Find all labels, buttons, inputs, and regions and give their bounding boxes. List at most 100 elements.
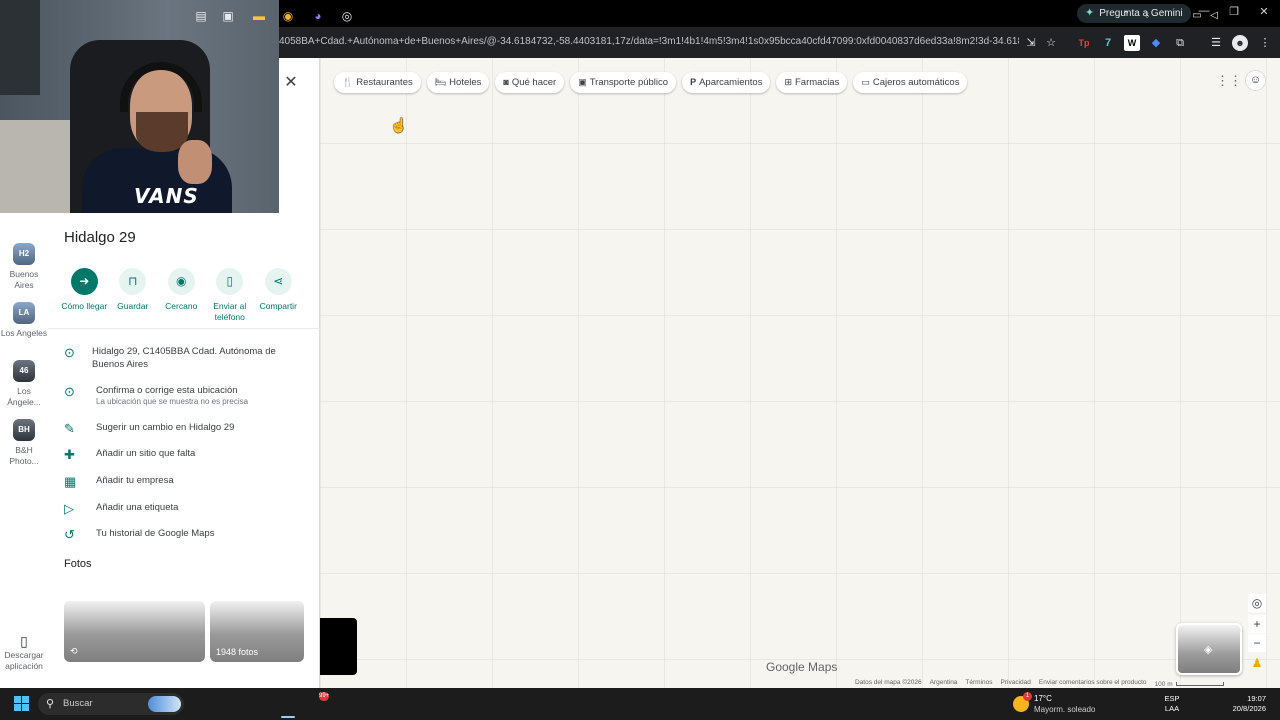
send-to-phone-button[interactable]: ▯ Enviar al teléfono bbox=[206, 268, 255, 322]
account-avatar[interactable]: ☺ bbox=[1245, 70, 1266, 91]
install-app-icon[interactable]: ⇲ bbox=[1023, 35, 1039, 51]
chip-pharmacies[interactable]: ⊞ Farmacias bbox=[776, 72, 848, 93]
app-store-icon[interactable]: ▣ bbox=[220, 8, 236, 24]
extensions-puzzle-icon[interactable]: ⧉ bbox=[1172, 35, 1188, 51]
chip-label: Hoteles bbox=[449, 77, 482, 88]
extension-w-icon[interactable]: W bbox=[1124, 35, 1140, 51]
chip-restaurants[interactable]: 🍴 Restaurantes bbox=[334, 72, 421, 93]
extension-tp-icon[interactable]: Tp bbox=[1076, 35, 1092, 51]
address-row[interactable]: ⊙ Hidalgo 29, C1405BBA Cdad. Autónoma de… bbox=[64, 345, 304, 371]
google-apps-icon[interactable]: ⋮⋮⋮ bbox=[1216, 73, 1255, 89]
map-canvas[interactable] bbox=[320, 58, 1280, 688]
browser-menu-icon[interactable]: ⋮ bbox=[1257, 35, 1273, 51]
nearby-button[interactable]: ◉ Cercano bbox=[157, 268, 206, 322]
chip-label: Qué hacer bbox=[511, 77, 557, 88]
recent-los-angeles[interactable]: LA Los Angeles bbox=[0, 302, 48, 339]
chip-public-transport[interactable]: ▣ Transporte público bbox=[570, 72, 677, 93]
confirm-title: Confirma o corrige esta ubicación bbox=[96, 385, 238, 396]
nearby-icon: ◉ bbox=[167, 268, 195, 295]
action-label: Guardar bbox=[117, 301, 149, 311]
history-icon: ↺ bbox=[64, 527, 75, 542]
file-explorer-icon[interactable]: ▬ bbox=[250, 8, 268, 24]
add-business-row[interactable]: ▦ Añadir tu empresa bbox=[64, 474, 304, 490]
chip-parking[interactable]: P Aparcamientos bbox=[682, 72, 771, 93]
bookmark-icon: ⊓ bbox=[119, 268, 147, 295]
add-missing-place-row[interactable]: ✚ Añadir un sitio que falta bbox=[64, 447, 304, 463]
my-location-icon[interactable]: ◎ bbox=[1248, 594, 1266, 612]
layers-icon: ◈ bbox=[1204, 644, 1213, 656]
volume-icon[interactable]: ◁ bbox=[1207, 8, 1221, 24]
taskbar-search[interactable]: ⚲ Buscar bbox=[38, 693, 184, 715]
clock[interactable]: 19:07 20/8/2026 bbox=[1226, 694, 1266, 714]
obs-icon[interactable]: ◎ bbox=[338, 8, 356, 24]
save-button[interactable]: ⊓ Guardar bbox=[109, 268, 158, 322]
scale-bar-line bbox=[1175, 682, 1224, 686]
recent-buenos-aires[interactable]: H2 Buenos Aires bbox=[0, 243, 48, 290]
street-view-photo[interactable]: ⟲ bbox=[64, 601, 205, 662]
photos-count: 1948 fotos bbox=[216, 647, 259, 657]
restore-icon[interactable]: ❐ bbox=[1224, 5, 1244, 18]
confirm-subtitle: La ubicación que se muestra no es precis… bbox=[96, 397, 249, 406]
suggest-edit-row[interactable]: ✎ Sugerir un cambio en Hidalgo 29 bbox=[64, 421, 304, 437]
reading-list-icon[interactable]: ☰ bbox=[1208, 35, 1224, 51]
chrome-icon[interactable]: ◉ bbox=[279, 8, 297, 24]
weather-badge: 1 bbox=[1023, 692, 1032, 701]
all-photos-tile[interactable]: 1948 fotos bbox=[210, 601, 304, 662]
chip-things-to-do[interactable]: ◙ Qué hacer bbox=[495, 72, 565, 93]
ask-gemini-button[interactable]: ✦ Pregunta a Gemini bbox=[1077, 4, 1191, 23]
close-window-icon[interactable]: ✕ bbox=[1254, 5, 1274, 18]
discord-icon[interactable]: ◕ bbox=[309, 8, 327, 24]
google-maps-logo: Google Maps bbox=[766, 660, 838, 674]
task-view-icon[interactable]: ▤ bbox=[193, 8, 209, 24]
tray-chevron-icon[interactable]: ⌃ bbox=[1119, 8, 1133, 24]
chip-label: Aparcamientos bbox=[699, 77, 763, 88]
recent-label: Buenos Aires bbox=[9, 269, 39, 290]
collapse-panel-box[interactable] bbox=[320, 618, 357, 675]
pegman-icon[interactable]: ♟ bbox=[1249, 656, 1265, 674]
add-location-icon: ✚ bbox=[64, 447, 75, 462]
zoom-out-button[interactable]: − bbox=[1248, 634, 1266, 652]
chip-label: Cajeros automáticos bbox=[872, 77, 960, 88]
action-label: Enviar al teléfono bbox=[213, 301, 247, 322]
language-indicator[interactable]: ESP LAA bbox=[1160, 694, 1184, 714]
close-panel-icon[interactable]: ✕ bbox=[280, 72, 302, 94]
maps-history-row[interactable]: ↺ Tu historial de Google Maps bbox=[64, 527, 304, 543]
network-icon[interactable]: ▭ bbox=[1190, 8, 1204, 24]
chip-atms[interactable]: ▭ Cajeros automáticos bbox=[853, 72, 968, 93]
phone-icon: ▯ bbox=[216, 268, 244, 295]
add-missing-text: Añadir un sitio que falta bbox=[96, 448, 196, 459]
extension-shield-icon[interactable]: ◆ bbox=[1148, 35, 1164, 51]
directions-button[interactable]: ➜ Cómo llegar bbox=[60, 268, 109, 322]
gemini-sparkle-icon: ✦ bbox=[1085, 7, 1095, 19]
layers-button[interactable]: ◈ bbox=[1176, 623, 1242, 675]
recent-bh-photo[interactable]: BH B&H Photo... bbox=[0, 419, 48, 466]
confirm-location-row[interactable]: ⊙ Confirma o corrige esta ubicación La u… bbox=[64, 384, 304, 407]
chip-hotels[interactable]: 🛏 Hoteles bbox=[426, 72, 490, 93]
bookmark-star-icon[interactable]: ☆ bbox=[1043, 35, 1059, 51]
language-top: ESP bbox=[1164, 694, 1180, 703]
search-icon: ⚲ bbox=[46, 698, 55, 710]
recent-thumbnail: BH bbox=[13, 419, 35, 441]
atm-icon: ▭ bbox=[861, 77, 870, 87]
street-view-icon: ⟲ bbox=[70, 646, 78, 656]
weather-temperature: 17°C bbox=[1034, 694, 1052, 703]
recent-label: Los Ángele... bbox=[7, 386, 41, 407]
recent-label: B&H Photo... bbox=[9, 445, 39, 466]
recent-los-angeles-2[interactable]: 46 Los Ángele... bbox=[0, 360, 48, 407]
category-chips: 🍴 Restaurantes 🛏 Hoteles ◙ Qué hacer ▣ Trans… bbox=[334, 72, 968, 93]
zoom-in-button[interactable]: + bbox=[1248, 615, 1266, 633]
microphone-icon[interactable]: ♁ bbox=[1140, 8, 1154, 24]
panel-divider bbox=[48, 328, 320, 329]
download-app-button[interactable]: ▯ Descargar aplicación bbox=[0, 633, 48, 671]
windows-start-icon[interactable] bbox=[14, 696, 29, 711]
suggest-edit-text: Sugerir un cambio en Hidalgo 29 bbox=[96, 422, 235, 433]
bus-icon: ▣ bbox=[578, 77, 587, 87]
search-highlight-image bbox=[148, 696, 181, 712]
profile-avatar-icon[interactable]: ☻ bbox=[1232, 35, 1248, 51]
extension-7-icon[interactable]: 7 bbox=[1100, 35, 1116, 51]
add-label-row[interactable]: ▷ Añadir una etiqueta bbox=[64, 501, 304, 517]
language-bottom: LAA bbox=[1164, 704, 1180, 713]
share-button[interactable]: ⋖ Compartir bbox=[254, 268, 303, 322]
url-field[interactable]: 4058BA+Cdad.+Autónoma+de+Buenos+Aires/@-… bbox=[279, 36, 1019, 47]
download-label: Descargar aplicación bbox=[4, 650, 44, 671]
